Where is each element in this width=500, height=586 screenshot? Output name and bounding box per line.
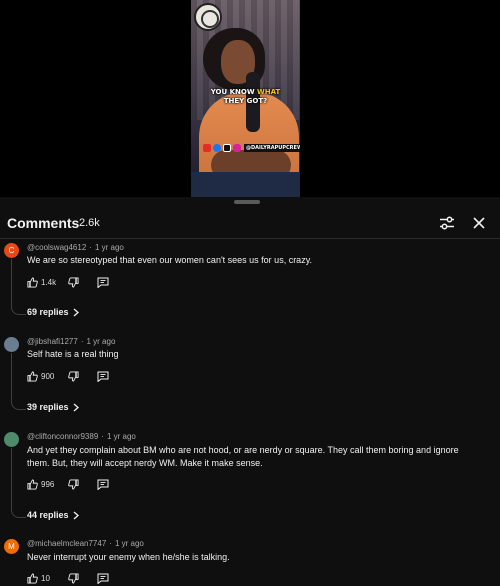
avatar[interactable] [4,337,19,352]
comments-title: Comments [7,215,80,231]
thread-line [11,259,26,315]
video-frame[interactable]: YOU KNOW WHAT THEY GOT? @DAILYRAPUPCREW [191,0,300,197]
caption-text-a: YOU KNOW [210,88,258,96]
thumbs-up-icon [27,478,38,490]
comment-time: 1 yr ago [94,243,124,252]
view-replies-button[interactable]: 44 replies [27,510,79,520]
reply-button[interactable] [97,277,109,288]
video-caption: YOU KNOW WHAT THEY GOT? [191,88,300,106]
comment-actions: 996 [27,477,109,491]
view-replies-button[interactable]: 69 replies [27,307,79,317]
replies-count: 44 replies [27,510,69,520]
tiktok-icon [223,144,231,152]
comment-author[interactable]: @jibshafi1277 [27,337,78,346]
comment-time: 1 yr ago [114,539,144,548]
comment-author[interactable]: @michaelmclean7747 [27,539,106,548]
like-count: 1.4k [41,277,57,287]
chevron-right-icon [73,511,79,519]
comments-count: 2.6k [79,217,100,229]
replies-count: 69 replies [27,307,69,317]
comment-text: And yet they complain about BM who are n… [27,445,459,468]
avatar[interactable]: M [4,539,19,554]
reply-button[interactable] [97,479,109,490]
reply-icon [97,277,109,288]
comment-meta: @cliftonconnor9389 · 1 yr ago [27,432,136,441]
avatar-letter: M [8,542,15,551]
replies-count: 39 replies [27,402,69,412]
drag-handle[interactable] [234,200,260,204]
comment-text: Self hate is a real thing [27,349,119,359]
social-handle: @DAILYRAPUPCREW [244,144,300,152]
video-seat [191,172,300,197]
comments-panel: Comments 2.6k C @coolswag4612 · 1 yr ago W [0,197,500,586]
thumbs-down-icon [68,478,79,490]
comment-author[interactable]: @cliftonconnor9389 [27,432,98,441]
like-count: 996 [41,479,55,489]
thread-line [11,448,26,518]
reply-button[interactable] [97,371,109,382]
like-button[interactable]: 996 [27,478,61,490]
comment-actions: 1.4k [27,275,109,289]
sliders-icon [440,216,454,230]
comments-header: Comments 2.6k [0,207,500,237]
chevron-right-icon [73,403,79,411]
thumbs-up-icon [27,572,38,584]
sort-filter-button[interactable] [437,213,457,233]
close-comments-button[interactable] [469,213,489,233]
like-button[interactable]: 900 [27,370,61,382]
reply-icon [97,371,109,382]
chevron-right-icon [73,308,79,316]
instagram-icon [233,144,241,152]
reply-button[interactable] [97,573,109,584]
dislike-button[interactable] [68,276,79,288]
dislike-button[interactable] [68,478,79,490]
comment-text: We are so stereotyped that even our wome… [27,255,313,265]
close-icon [473,217,485,229]
comment-meta: @coolswag4612 · 1 yr ago [27,243,124,252]
comment-actions: 900 [27,369,109,383]
thumbs-down-icon [68,572,79,584]
dislike-button[interactable] [68,370,79,382]
reply-icon [97,479,109,490]
reply-icon [97,573,109,584]
comment-meta: @michaelmclean7747 · 1 yr ago [27,539,144,548]
avatar-letter: C [8,246,15,255]
comment-actions: 10 [27,571,109,585]
view-replies-button[interactable]: 39 replies [27,402,79,412]
comment-text: Never interrupt your enemy when he/she i… [27,552,230,562]
comment-time: 1 yr ago [106,432,136,441]
facebook-icon [213,144,221,152]
like-count: 900 [41,371,55,381]
video-player[interactable]: YOU KNOW WHAT THEY GOT? @DAILYRAPUPCREW [0,0,500,197]
like-count: 10 [41,573,50,583]
channel-logo-watermark [194,3,222,31]
avatar[interactable] [4,432,19,447]
thumbs-up-icon [27,370,38,382]
avatar[interactable]: C [4,243,19,258]
dislike-button[interactable] [68,572,79,584]
social-banner: @DAILYRAPUPCREW [203,143,300,153]
comment-author[interactable]: @coolswag4612 [27,243,86,252]
header-divider [0,238,500,239]
comment-meta: @jibshafi1277 · 1 yr ago [27,337,116,346]
thumbs-up-icon [27,276,38,288]
thumbs-down-icon [68,370,79,382]
thread-line [11,353,26,410]
like-button[interactable]: 1.4k [27,276,61,288]
thumbs-down-icon [68,276,79,288]
comment-time: 1 yr ago [86,337,116,346]
like-button[interactable]: 10 [27,572,61,584]
youtube-icon [203,144,211,152]
caption-highlight: WHAT [257,88,281,96]
caption-text-b: THEY GOT? [223,97,268,105]
